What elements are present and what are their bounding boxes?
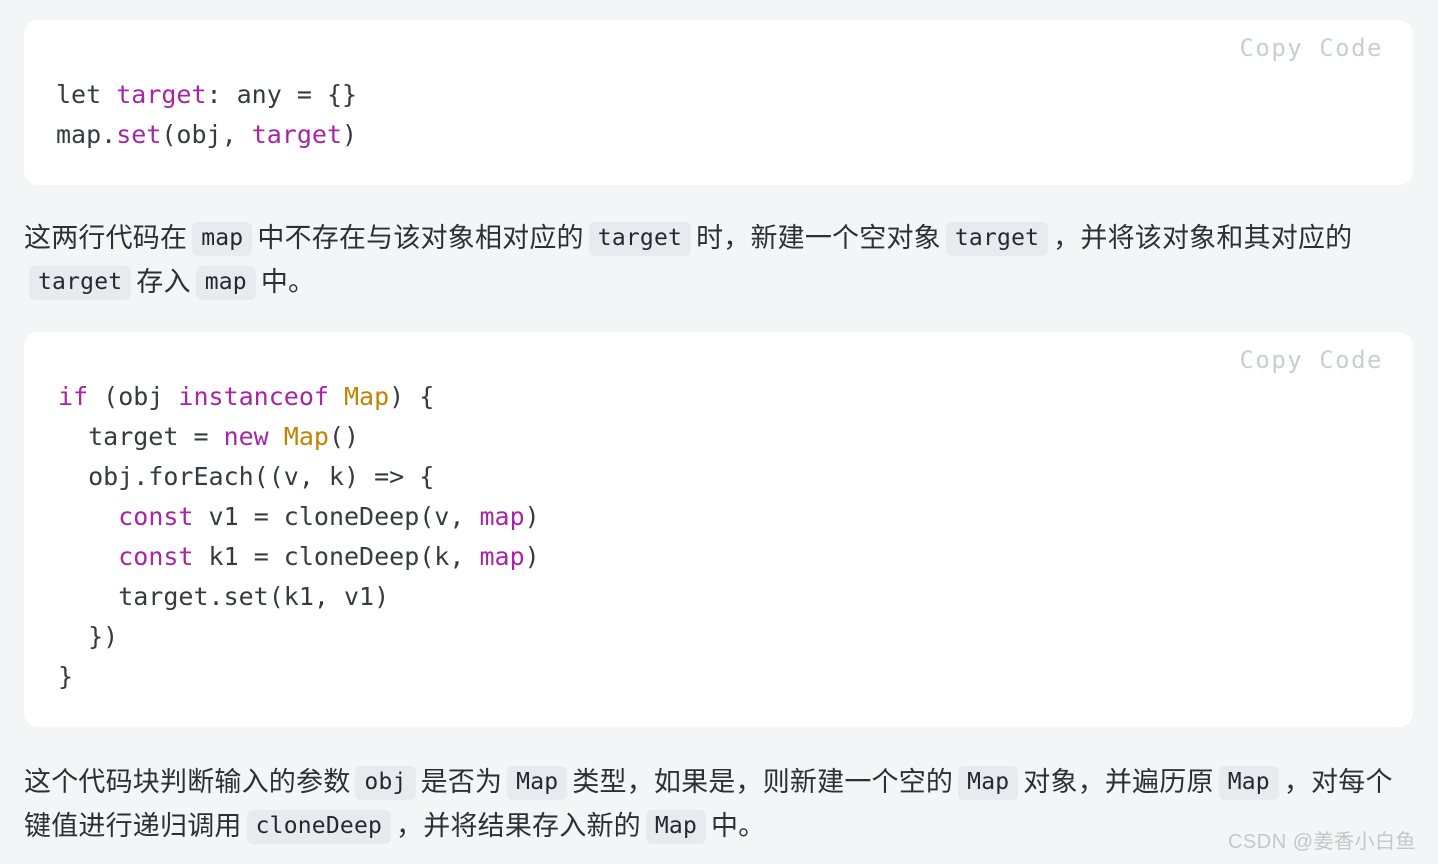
inline-code-chip: map [195, 266, 256, 300]
prose-text: 中。 [711, 811, 766, 841]
code-token: target [251, 120, 342, 149]
prose-text: 是否为 [420, 767, 503, 797]
code-token: Map [283, 422, 329, 451]
copy-code-button-first[interactable]: Copy Code [1239, 34, 1383, 62]
code-token: target = [58, 422, 224, 451]
code-token: instanceof [178, 382, 329, 411]
code-line: target.set(k1, v1) [58, 577, 1413, 617]
inline-code-chip: target [29, 266, 132, 300]
code-token: } [58, 662, 74, 691]
prose-text: 存入 [136, 267, 191, 297]
code-token: k1 = cloneDeep(k, [193, 542, 480, 571]
inline-code-chip: map [192, 222, 253, 256]
code-block-second: Copy Code if (obj instanceof Map) { targ… [24, 332, 1413, 727]
explanation-paragraph-first: 这两行代码在 map 中不存在与该对象相对应的 target 时，新建一个空对象 targ… [24, 216, 1412, 304]
code-line: target = new Map() [58, 417, 1413, 457]
code-line: const v1 = cloneDeep(v, map) [58, 497, 1413, 537]
code-line: if (obj instanceof Map) { [58, 377, 1413, 417]
code-token: () [328, 422, 360, 451]
code-token: target.set(k1, v1) [58, 582, 390, 611]
code-token: map [479, 502, 525, 531]
prose-text: 类型，如果是，则新建一个空的 [572, 767, 954, 797]
inline-code-chip: Map [1218, 766, 1279, 800]
code-token: set [116, 120, 162, 149]
inline-code-chip: Map [645, 810, 707, 844]
code-token: Map [344, 382, 390, 411]
inline-code-chip: Map [958, 766, 1019, 800]
prose-text: 中。 [260, 267, 316, 297]
code-content-first[interactable]: let target: any = {} map.set(obj, target) [24, 20, 1413, 155]
code-token: let [56, 80, 117, 109]
inline-code-chip: target [945, 222, 1049, 256]
inline-code-chip: Map [507, 766, 568, 800]
inline-code-chip: target [588, 222, 692, 256]
prose-text: 这个代码块判断输入的参数 [24, 767, 351, 797]
code-line: }) [58, 617, 1413, 657]
code-token: ) [342, 120, 358, 149]
code-token: obj.forEach((v, k) => { [58, 462, 435, 491]
code-token: ) [524, 542, 540, 571]
code-token: new [223, 422, 269, 451]
csdn-watermark: CSDN @姜香小白鱼 [1227, 831, 1416, 853]
page-root: Copy Code let target: any = {} map.set(ob… [0, 0, 1438, 864]
code-line: map.set(obj, target) [56, 115, 1413, 155]
code-token: const [118, 542, 194, 571]
code-token: (obj, [161, 120, 252, 149]
code-token: target [116, 80, 207, 109]
prose-text: ，并将该对象和其对应的 [1053, 223, 1353, 253]
code-token: ) { [389, 382, 435, 411]
code-block-first: Copy Code let target: any = {} map.set(ob… [24, 20, 1413, 185]
code-token: (obj [88, 382, 179, 411]
code-content-second[interactable]: if (obj instanceof Map) { target = new M… [24, 332, 1413, 697]
code-token: v1 = cloneDeep(v, [193, 502, 480, 531]
inline-code-chip: cloneDeep [246, 810, 392, 844]
prose-text: 对象，并遍历原 [1023, 767, 1214, 797]
code-token: ) [524, 502, 540, 531]
prose-text: 时，新建一个空对象 [696, 223, 941, 253]
code-line: const k1 = cloneDeep(k, map) [58, 537, 1413, 577]
code-token: map. [56, 120, 117, 149]
prose-text: ，并将结果存入新的 [396, 811, 641, 841]
inline-code-chip: obj [355, 766, 416, 800]
copy-code-button-second[interactable]: Copy Code [1239, 346, 1383, 374]
code-token: : any = {} [206, 80, 358, 109]
code-token: }) [58, 622, 119, 651]
code-line: let target: any = {} [56, 75, 1413, 115]
code-line: } [58, 657, 1413, 697]
code-line: obj.forEach((v, k) => { [58, 457, 1413, 497]
explanation-paragraph-second: 这个代码块判断输入的参数 obj 是否为 Map 类型，如果是，则新建一个空的 Map 对象… [24, 760, 1412, 848]
code-token: if [58, 382, 89, 411]
code-token: const [118, 502, 194, 531]
code-token: map [479, 542, 525, 571]
prose-text: 中不存在与该对象相对应的 [257, 223, 584, 253]
prose-text: 这两行代码在 [24, 223, 188, 253]
